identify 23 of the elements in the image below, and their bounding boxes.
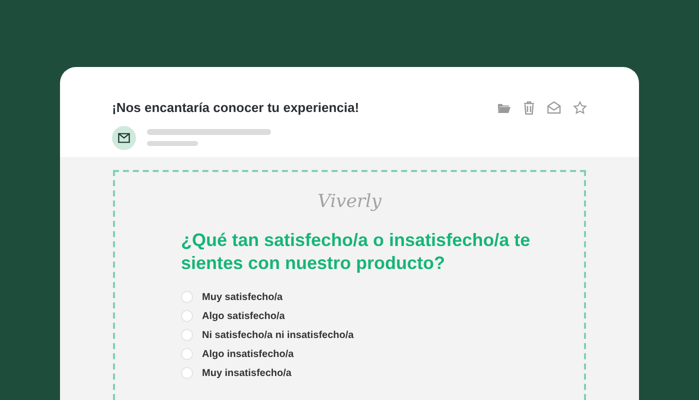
mail-icon [118, 132, 130, 142]
option-label: Algo satisfecho/a [202, 310, 285, 324]
envelope-open-icon[interactable] [547, 101, 561, 114]
trash-icon[interactable] [523, 100, 535, 115]
radio-button[interactable] [181, 310, 193, 322]
answer-option[interactable]: Muy satisfecho/a [181, 289, 518, 305]
option-label: Muy satisfecho/a [202, 290, 283, 304]
option-label: Muy insatisfecho/a [202, 366, 292, 380]
folder-icon[interactable] [497, 102, 511, 114]
survey-question: ¿Qué tan satisfecho/a o insatisfecho/a te sientes con nuestro producto? [181, 229, 532, 275]
radio-button[interactable] [181, 367, 193, 379]
option-label: Ni satisfecho/a ni insatisfecho/a [202, 328, 354, 342]
answer-option[interactable]: Ni satisfecho/a ni insatisfecho/a [181, 327, 518, 343]
email-subject: ¡Nos encantaría conocer tu experiencia! [112, 99, 360, 117]
option-label: Algo insatisfecho/a [202, 348, 294, 362]
radio-button[interactable] [181, 329, 193, 341]
answer-option[interactable]: Muy insatisfecho/a [181, 365, 518, 381]
radio-button[interactable] [181, 348, 193, 360]
brand-logo: Viverly [318, 190, 382, 214]
star-icon[interactable] [573, 100, 587, 115]
answer-option[interactable]: Algo insatisfecho/a [181, 346, 518, 362]
answer-option[interactable]: Algo satisfecho/a [181, 308, 518, 324]
radio-button[interactable] [181, 291, 193, 303]
